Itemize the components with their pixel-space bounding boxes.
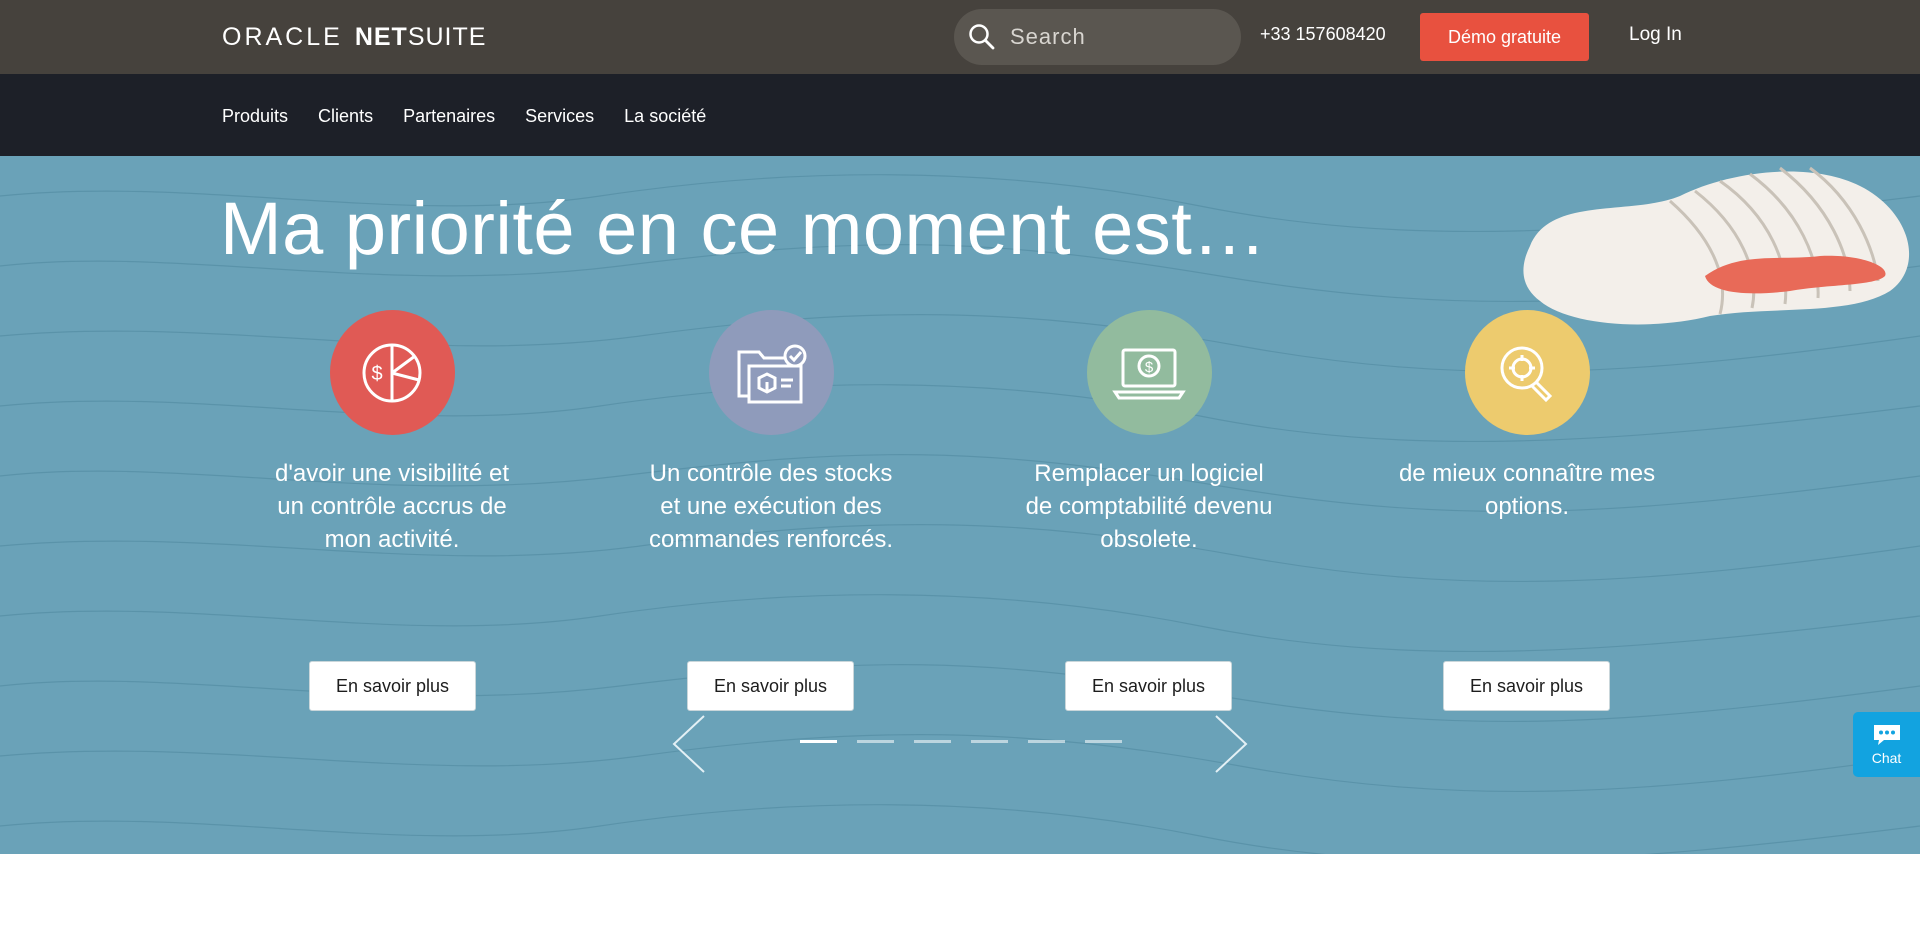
inventory-folder-icon	[708, 310, 834, 435]
nav-item-partenaires[interactable]: Partenaires	[403, 106, 495, 127]
nav-item-clients[interactable]: Clients	[318, 106, 373, 127]
carousel-dot-1[interactable]	[800, 740, 837, 743]
carousel-dot-3[interactable]	[914, 740, 951, 743]
card-text: Un contrôle des stocks et une exécution …	[648, 460, 894, 553]
priority-card-options: de mieux connaître mes options.	[1387, 310, 1667, 523]
chat-button[interactable]: Chat	[1853, 712, 1920, 777]
priority-card-inventory: Un contrôle des stocks et une exécution …	[631, 310, 911, 556]
search-icon[interactable]	[968, 23, 996, 51]
chat-bubble-icon	[1873, 725, 1900, 745]
search-box[interactable]	[954, 9, 1241, 65]
svg-text:$: $	[1145, 359, 1154, 376]
laptop-dollar-icon: $	[1086, 310, 1212, 435]
en-savoir-plus-button-4[interactable]: En savoir plus	[1443, 661, 1610, 711]
demo-gratuite-button[interactable]: Démo gratuite	[1420, 13, 1589, 61]
hero-title: Ma priorité en ce moment est…	[220, 187, 1267, 270]
logo-net-text: NET	[354, 22, 408, 51]
top-bar: ORACLE NETSUITE +33 157608420 Démo gratu…	[0, 0, 1920, 74]
carousel-indicators	[800, 740, 1122, 743]
en-savoir-plus-button-2[interactable]: En savoir plus	[687, 661, 854, 711]
carousel-dot-4[interactable]	[971, 740, 1008, 743]
main-nav: Produits Clients Partenaires Services La…	[0, 74, 1920, 156]
nav-item-la-societe[interactable]: La société	[624, 106, 706, 127]
priority-card-accounting: $ Remplacer un logiciel de comptabilité …	[1009, 310, 1289, 556]
oracle-netsuite-logo[interactable]: ORACLE NET SUITE	[222, 22, 487, 51]
card-text: Remplacer un logiciel de comptabilité de…	[1025, 460, 1273, 553]
priority-card-visibility: $ d'avoir une visibilité et un contrôle …	[252, 310, 532, 556]
nav-item-services[interactable]: Services	[525, 106, 594, 127]
magnifier-target-icon	[1464, 310, 1590, 435]
search-input[interactable]	[1010, 24, 1230, 50]
card-text: d'avoir une visibilité et un contrôle ac…	[274, 460, 510, 553]
login-link[interactable]: Log In	[1629, 24, 1682, 46]
chat-label: Chat	[1871, 750, 1902, 766]
pie-chart-dollar-icon: $	[329, 310, 455, 435]
logo-oracle-text: ORACLE	[222, 22, 343, 51]
logo-suite-text: SUITE	[407, 22, 487, 51]
carousel-dot-6[interactable]	[1085, 740, 1122, 743]
en-savoir-plus-button-3[interactable]: En savoir plus	[1065, 661, 1232, 711]
carousel-dot-5[interactable]	[1028, 740, 1065, 743]
en-savoir-plus-button-1[interactable]: En savoir plus	[309, 661, 476, 711]
svg-text:$: $	[371, 363, 382, 385]
hero-section: Ma priorité en ce moment est… $ d'avoir …	[0, 156, 1920, 854]
phone-number[interactable]: +33 157608420	[1260, 24, 1386, 45]
nav-item-produits[interactable]: Produits	[222, 106, 288, 127]
carousel-prev-arrow-icon[interactable]	[670, 714, 710, 774]
card-text: de mieux connaître mes options.	[1398, 460, 1656, 520]
decorative-blob	[1523, 166, 1910, 325]
carousel-next-arrow-icon[interactable]	[1210, 714, 1250, 774]
carousel-dot-2[interactable]	[857, 740, 894, 743]
